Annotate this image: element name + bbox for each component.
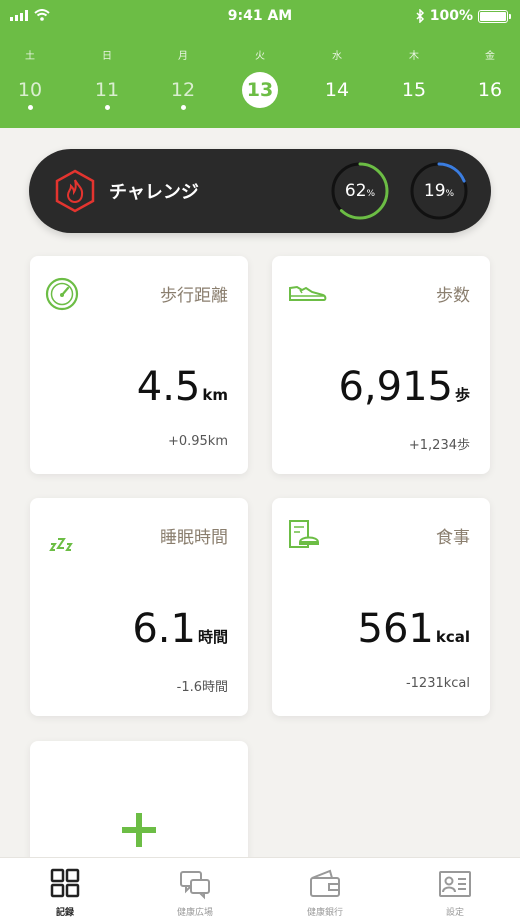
card-distance[interactable]: 歩行距離 4.5 km +0.95km — [30, 256, 248, 474]
status-right: 100% — [416, 8, 511, 24]
header: 9:41 AM 100% 土 10 日 11 月 12 火 13 水 14 木 … — [0, 0, 520, 128]
day-mon[interactable]: 月 12 — [153, 50, 213, 110]
day-wed[interactable]: 水 14 — [307, 50, 367, 108]
ring-value: 19% — [423, 181, 455, 201]
day-number: 16 — [477, 79, 503, 101]
day-sun[interactable]: 日 11 — [77, 50, 137, 110]
card-value: 6.1 時間 — [132, 606, 228, 652]
card-title: 歩行距離 — [160, 286, 228, 306]
challenge-label: チャレンジ — [109, 182, 199, 203]
tab-label: 設定 — [445, 908, 464, 918]
day-number: 14 — [324, 79, 350, 101]
day-weekday: 土 — [25, 51, 35, 62]
day-number: 15 — [401, 79, 427, 101]
grid-icon — [50, 868, 80, 898]
sneaker-icon — [289, 285, 327, 301]
card-meal[interactable]: 食事 561 kcal -1231kcal — [272, 498, 490, 716]
day-number: 12 — [170, 79, 196, 101]
challenge-banner[interactable]: チャレンジ 62% 19% — [29, 149, 491, 233]
card-title: 睡眠時間 — [160, 528, 228, 548]
battery-percent: 100% — [429, 8, 473, 24]
week-strip: 土 10 日 11 月 12 火 13 水 14 木 15 金 16 — [0, 50, 520, 120]
tab-settings[interactable]: 設定 — [390, 858, 520, 922]
status-bar: 9:41 AM 100% — [0, 0, 520, 34]
day-number: 11 — [94, 79, 120, 101]
tab-bar: 記録 健康広場 健康銀行 設定 — [0, 857, 520, 922]
day-weekday: 月 — [178, 51, 188, 62]
day-weekday: 火 — [255, 51, 265, 62]
card-title: 歩数 — [436, 286, 470, 306]
card-title: 食事 — [436, 528, 470, 548]
day-fri[interactable]: 金 16 — [460, 50, 520, 108]
id-card-icon — [439, 871, 471, 897]
plus-icon — [122, 813, 156, 847]
day-weekday: 日 — [102, 51, 112, 62]
tab-records[interactable]: 記録 — [0, 858, 130, 922]
day-sat[interactable]: 土 10 — [0, 50, 60, 110]
day-weekday: 金 — [485, 51, 495, 62]
card-steps[interactable]: 歩数 6,915 歩 +1,234歩 — [272, 256, 490, 474]
tab-health-bank[interactable]: 健康銀行 — [260, 858, 390, 922]
card-diff: -1231kcal — [405, 676, 470, 691]
card-sleep[interactable]: 睡眠時間 6.1 時間 -1.6時間 — [30, 498, 248, 716]
day-thu[interactable]: 木 15 — [384, 50, 444, 108]
speedometer-icon — [45, 277, 79, 311]
chat-icon — [180, 871, 210, 900]
tab-label: 記録 — [55, 908, 74, 918]
card-value: 4.5 km — [136, 364, 228, 410]
day-number: 10 — [17, 79, 43, 101]
card-diff: +1,234歩 — [408, 438, 470, 453]
battery-icon — [478, 9, 511, 23]
card-diff: +0.95km — [167, 434, 228, 449]
tab-label: 健康広場 — [176, 908, 213, 918]
day-weekday: 水 — [332, 51, 342, 62]
meal-icon — [289, 520, 320, 548]
tab-label: 健康銀行 — [306, 908, 343, 918]
card-value: 6,915 歩 — [338, 364, 470, 410]
day-weekday: 木 — [409, 51, 419, 62]
challenge-ring-blue: 19% — [409, 161, 469, 221]
challenge-ring-green: 62% — [330, 161, 390, 221]
flame-icon — [55, 169, 95, 213]
bluetooth-icon — [416, 9, 424, 23]
tab-health-plaza[interactable]: 健康広場 — [130, 858, 260, 922]
card-value: 561 kcal — [357, 606, 471, 652]
zzz-icon — [49, 538, 73, 551]
day-number: 13 — [242, 72, 278, 108]
ring-value: 62% — [344, 181, 376, 201]
wallet-icon — [310, 869, 340, 897]
day-tue-selected[interactable]: 火 13 — [230, 50, 290, 108]
card-diff: -1.6時間 — [176, 680, 228, 695]
